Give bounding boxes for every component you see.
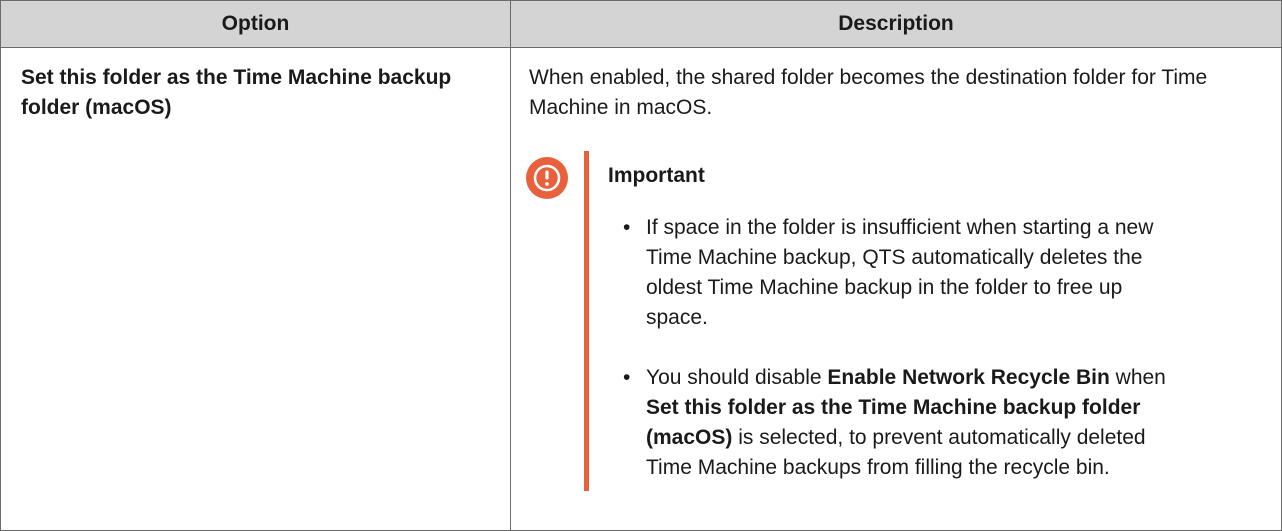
description-text: When enabled, the shared folder becomes … <box>529 66 1208 119</box>
exclamation-circle-icon <box>526 157 568 199</box>
list-item-text-segment: when <box>1109 366 1166 389</box>
table-row: Set this folder as the Time Machine back… <box>0 47 1282 531</box>
bullet: • <box>623 366 631 389</box>
option-cell: Set this folder as the Time Machine back… <box>0 47 511 531</box>
important-list: • If space in the folder is insufficient… <box>623 213 1183 483</box>
list-item: • If space in the folder is insufficient… <box>623 213 1183 333</box>
list-item: • You should disable Enable Network Recy… <box>623 363 1183 483</box>
description-cell: When enabled, the shared folder becomes … <box>510 47 1282 531</box>
column-header-option: Option <box>0 0 511 48</box>
bullet: • <box>623 216 631 239</box>
list-item-text: If space in the folder is insufficient w… <box>646 216 1154 329</box>
important-accent-bar <box>584 151 589 491</box>
options-table: Option Description Set this folder as th… <box>0 0 1282 531</box>
table-header-row: Option Description <box>0 0 1282 48</box>
option-name: Set this folder as the Time Machine back… <box>21 66 452 119</box>
list-item-text-segment: You should disable <box>646 366 828 389</box>
important-note: Important • If space in the folder is in… <box>511 123 1281 491</box>
setting-name-recycle-bin: Enable Network Recycle Bin <box>827 366 1110 389</box>
column-header-description: Description <box>510 0 1282 48</box>
important-title: Important <box>608 164 705 187</box>
